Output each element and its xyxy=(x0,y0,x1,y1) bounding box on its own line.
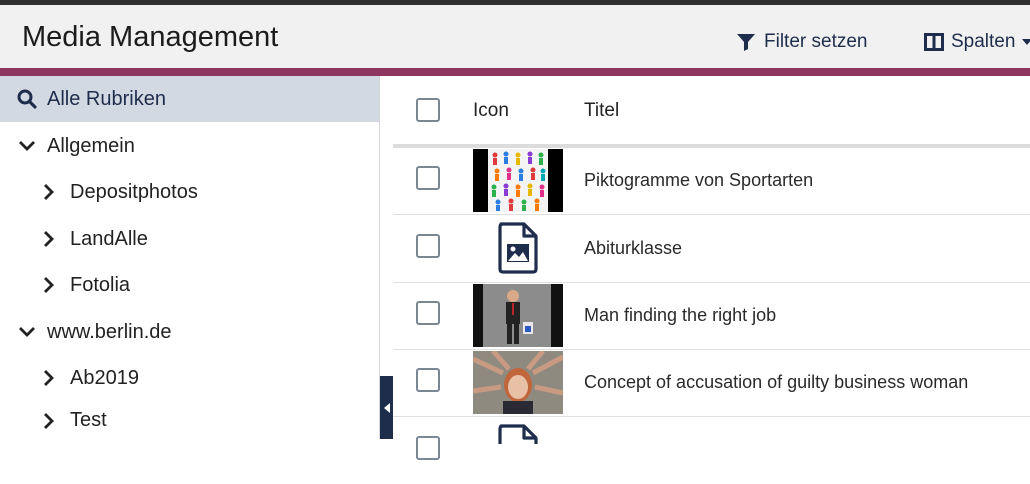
sidebar-item-berlin[interactable]: www.berlin.de xyxy=(0,309,379,355)
row-checkbox[interactable] xyxy=(416,301,440,325)
chevron-down-icon[interactable] xyxy=(16,135,38,157)
sidebar-item-label: Depositphotos xyxy=(70,180,198,203)
chevron-down-icon[interactable] xyxy=(16,321,38,343)
chevron-right-icon[interactable] xyxy=(38,367,60,389)
category-sidebar: Alle Rubriken Allgemein Depositphotos La… xyxy=(0,76,380,439)
filter-label: Filter setzen xyxy=(764,31,868,52)
column-header-icon[interactable]: Icon xyxy=(473,100,509,122)
sidebar-item-all-categories[interactable]: Alle Rubriken xyxy=(0,76,379,122)
sidebar-collapse-handle[interactable] xyxy=(380,376,393,439)
chevron-right-icon[interactable] xyxy=(38,274,60,296)
table-header: Icon Titel xyxy=(393,76,1030,148)
media-table: Icon Titel Piktogramme von Sportarten Ab… xyxy=(393,76,1030,460)
search-icon xyxy=(16,88,38,110)
row-checkbox[interactable] xyxy=(416,368,440,392)
accused-woman-thumbnail xyxy=(473,351,563,414)
accent-bar xyxy=(0,68,1030,76)
sidebar-item-label: Ab2019 xyxy=(70,366,139,389)
sidebar-item-label: www.berlin.de xyxy=(47,320,172,343)
table-row[interactable]: Abiturklasse xyxy=(393,216,1030,283)
filter-button[interactable]: Filter setzen xyxy=(736,31,867,53)
sidebar-item-label: Allgemein xyxy=(47,134,135,157)
file-icon xyxy=(497,424,539,444)
table-row[interactable]: Piktogramme von Sportarten xyxy=(393,148,1030,215)
row-title[interactable]: Piktogramme von Sportarten xyxy=(584,170,813,191)
columns-button[interactable]: Spalten xyxy=(924,31,1030,53)
header-bar: Media Management Filter setzen Spalten xyxy=(0,5,1030,68)
column-header-title[interactable]: Titel xyxy=(584,100,619,122)
select-all-checkbox[interactable] xyxy=(416,98,440,122)
sidebar-item-fotolia[interactable]: Fotolia xyxy=(0,262,379,308)
row-checkbox[interactable] xyxy=(416,234,440,258)
sidebar-item-label: Fotolia xyxy=(70,273,131,296)
row-title[interactable]: Concept of accusation of guilty business… xyxy=(584,372,968,393)
caret-left-icon xyxy=(383,402,390,413)
row-checkbox[interactable] xyxy=(416,436,440,460)
columns-icon xyxy=(924,33,944,51)
sidebar-item-allgemein[interactable]: Allgemein xyxy=(0,123,379,169)
sidebar-item-ab2019[interactable]: Ab2019 xyxy=(0,355,379,401)
sidebar-item-label: LandAlle xyxy=(70,227,148,250)
table-row[interactable]: Concept of accusation of guilty business… xyxy=(393,350,1030,417)
chevron-right-icon[interactable] xyxy=(38,410,60,432)
page-title: Media Management xyxy=(22,21,279,53)
row-title[interactable]: Man finding the right job xyxy=(584,305,776,326)
sidebar-item-depositphotos[interactable]: Depositphotos xyxy=(0,169,379,215)
sidebar-item-label: Alle Rubriken xyxy=(47,87,166,110)
row-checkbox[interactable] xyxy=(416,166,440,190)
sidebar-item-landalle[interactable]: LandAlle xyxy=(0,216,379,262)
sports-pictograms-thumbnail xyxy=(473,149,563,212)
sidebar-item-label: Test xyxy=(70,409,107,431)
chevron-right-icon[interactable] xyxy=(38,228,60,250)
table-row[interactable]: Man finding the right job xyxy=(393,283,1030,350)
businessman-thumbnail xyxy=(473,284,563,347)
filter-icon xyxy=(737,34,755,51)
table-row[interactable] xyxy=(393,417,1030,484)
sidebar-item-test[interactable]: Test xyxy=(0,402,379,439)
columns-label: Spalten xyxy=(951,31,1016,52)
image-file-icon xyxy=(497,222,539,274)
caret-down-icon xyxy=(1022,39,1030,45)
row-title[interactable]: Abiturklasse xyxy=(584,238,682,259)
chevron-right-icon[interactable] xyxy=(38,181,60,203)
